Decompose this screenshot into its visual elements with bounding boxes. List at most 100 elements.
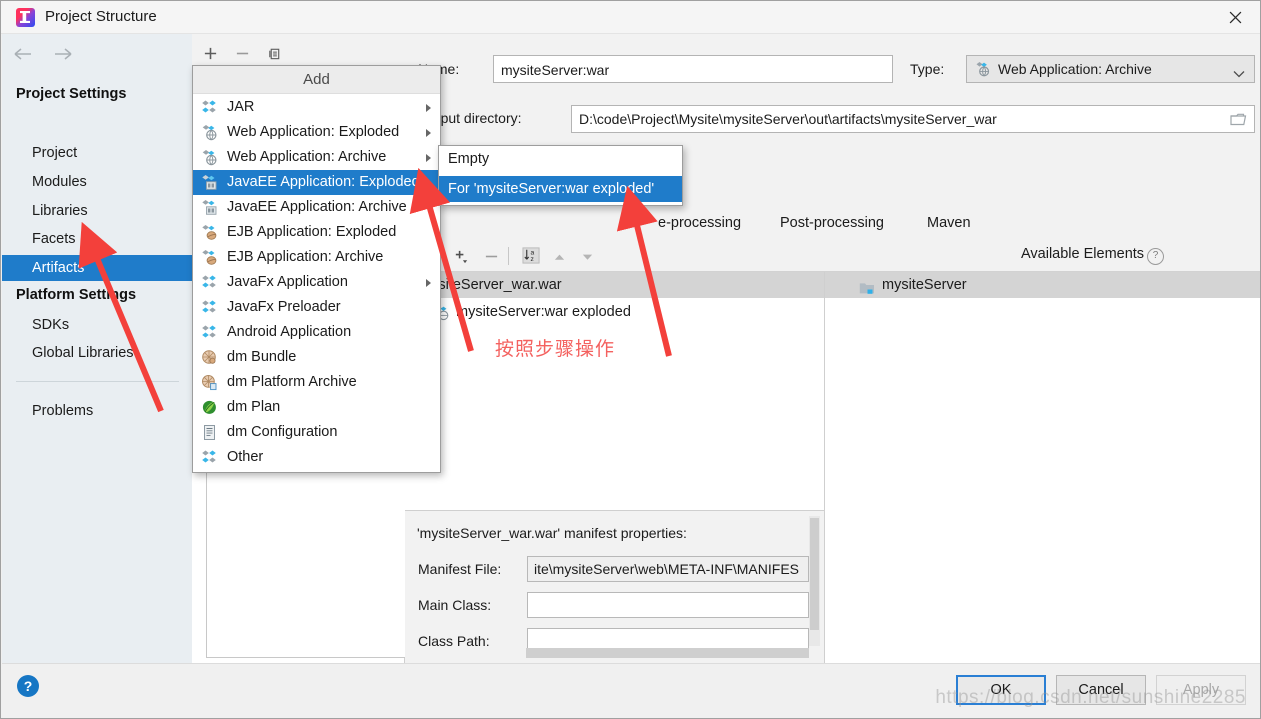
menu-item-dm-configuration-label: dm Configuration <box>227 424 338 440</box>
menu-item-jar[interactable]: JAR <box>193 95 440 120</box>
menu-item-web-application-exploded-label: Web Application: Exploded <box>227 124 400 140</box>
available-elements-header: Available Elements ? <box>825 239 1260 272</box>
menu-item-javaee-application-exploded[interactable]: JavaEE Application: Exploded <box>193 170 440 195</box>
menu-item-javafx-preloader[interactable]: JavaFx Preloader <box>193 295 440 320</box>
copy-artifact-button[interactable] <box>264 43 284 63</box>
arrow-right-icon[interactable] <box>53 46 74 65</box>
javaee-exploded-submenu: Empty For 'mysiteServer:war exploded' <box>438 145 683 206</box>
menu-item-dm-plan[interactable]: dm Plan <box>193 395 440 420</box>
add-menu-header: Add <box>193 66 440 94</box>
artifact-type-value: Web Application: Archive <box>998 61 1152 77</box>
menu-item-javaee-application-archive[interactable]: JavaEE Application: Archive <box>193 195 440 220</box>
available-elements-list[interactable]: mysiteServer <box>825 272 1260 696</box>
sidebar-item-global-libraries[interactable]: Global Libraries <box>2 340 192 366</box>
menu-item-javafx-application-label: JavaFx Application <box>227 274 348 290</box>
class-path-label: Class Path: <box>418 633 490 649</box>
menu-item-other[interactable]: Other <box>193 445 440 470</box>
remove-element-button[interactable] <box>481 246 501 266</box>
add-artifact-button[interactable] <box>200 43 220 63</box>
chevron-down-icon <box>1233 65 1245 81</box>
sidebar-group-platform-settings: Platform Settings <box>16 287 137 303</box>
menu-item-javaee-application-exploded-label: JavaEE Application: Exploded <box>227 174 420 190</box>
javaee-exploded-icon <box>201 174 218 191</box>
dm-platform-icon <box>201 374 218 391</box>
menu-item-ejb-application-exploded[interactable]: EJB Application: Exploded <box>193 220 440 245</box>
artifacts-list[interactable] <box>206 464 410 658</box>
submenu-item-empty[interactable]: Empty <box>439 146 682 172</box>
title-bar: Project Structure <box>1 1 1260 34</box>
menu-item-android-application[interactable]: Android Application <box>193 320 440 345</box>
chevron-right-icon <box>426 154 431 162</box>
javaee-archive-icon <box>201 199 218 216</box>
android-icon <box>201 324 218 341</box>
menu-item-ejb-application-archive[interactable]: EJB Application: Archive <box>193 245 440 270</box>
output-layout-tree[interactable]: mysiteServer_war.war mysiteServer:war ex… <box>405 272 825 510</box>
menu-item-web-application-archive-label: Web Application: Archive <box>227 149 387 165</box>
sidebar-item-problems[interactable]: Problems <box>2 398 192 424</box>
svg-text:z: z <box>530 256 533 263</box>
menu-item-javafx-preloader-label: JavaFx Preloader <box>227 299 341 315</box>
help-icon[interactable]: ? <box>17 675 39 697</box>
tab-post-processing[interactable]: Post-processing <box>780 208 884 238</box>
sidebar-item-sdks[interactable]: SDKs <box>2 312 192 338</box>
artifact-name-input[interactable]: mysiteServer:war <box>493 55 893 83</box>
sidebar-item-facets[interactable]: Facets <box>2 226 192 252</box>
ejb-exploded-icon <box>201 224 218 241</box>
tab-maven[interactable]: Maven <box>927 208 971 238</box>
move-up-icon[interactable] <box>549 247 569 267</box>
chevron-right-icon <box>426 104 431 112</box>
manifest-file-label: Manifest File: <box>418 561 502 577</box>
bottom-edge-artifact <box>1 711 301 718</box>
menu-item-web-application-archive[interactable]: Web Application: Archive <box>193 145 440 170</box>
tree-row-war[interactable]: mysiteServer_war.war <box>405 272 824 298</box>
move-down-icon[interactable] <box>577 247 597 267</box>
sidebar-item-artifacts[interactable]: Artifacts <box>2 255 192 281</box>
available-row-module[interactable]: mysiteServer <box>825 272 1260 298</box>
annotation-note: 按照步骤操作 <box>495 338 616 360</box>
menu-item-other-label: Other <box>227 449 264 465</box>
add-element-button[interactable] <box>451 246 471 266</box>
submenu-item-for-artifact[interactable]: For 'mysiteServer:war exploded' <box>439 176 682 202</box>
nav-history-controls <box>12 46 74 65</box>
web-archive-icon <box>201 149 218 166</box>
menu-item-dm-bundle[interactable]: dm Bundle <box>193 345 440 370</box>
menu-item-android-application-label: Android Application <box>227 324 352 340</box>
menu-item-dm-platform-archive-label: dm Platform Archive <box>227 374 357 390</box>
ok-button[interactable]: OK <box>956 675 1046 705</box>
main-class-label: Main Class: <box>418 597 492 613</box>
artifact-type-label: Type: <box>910 61 945 77</box>
menu-item-dm-configuration[interactable]: dm Configuration <box>193 420 440 445</box>
menu-item-jar-label: JAR <box>227 99 255 115</box>
menu-item-javafx-application[interactable]: JavaFx Application <box>193 270 440 295</box>
manifest-hscrollbar[interactable] <box>526 648 809 658</box>
menu-item-ejb-application-exploded-label: EJB Application: Exploded <box>227 224 397 240</box>
sidebar-item-project[interactable]: Project <box>2 140 192 166</box>
available-row-module-label: mysiteServer <box>882 277 967 293</box>
chevron-right-icon <box>426 279 431 287</box>
arrow-left-icon[interactable] <box>12 46 33 65</box>
cancel-button[interactable]: Cancel <box>1056 675 1146 705</box>
menu-item-dm-platform-archive[interactable]: dm Platform Archive <box>193 370 440 395</box>
folder-icon[interactable] <box>1223 106 1255 132</box>
close-icon[interactable] <box>1210 1 1260 33</box>
artifact-type-combo[interactable]: Web Application: Archive <box>966 55 1255 83</box>
sidebar-item-libraries[interactable]: Libraries <box>2 198 192 224</box>
question-icon[interactable]: ? <box>1147 248 1164 265</box>
output-directory-input[interactable]: D:\code\Project\Mysite\mysiteServer\out\… <box>571 105 1255 133</box>
manifest-file-input[interactable]: ite\mysiteServer\web\META-INF\MANIFES <box>527 556 809 582</box>
menu-item-web-application-exploded[interactable]: Web Application: Exploded <box>193 120 440 145</box>
remove-artifact-button[interactable] <box>232 43 252 63</box>
manifest-vscrollbar-thumb[interactable] <box>810 518 819 630</box>
output-layout-toolbar: a z <box>405 239 825 272</box>
other-icon <box>201 449 218 466</box>
dm-plan-icon <box>201 399 218 416</box>
main-class-input[interactable] <box>527 592 809 618</box>
tree-row-war-exploded-label: mysiteServer:war exploded <box>456 304 631 320</box>
dm-bundle-icon <box>201 349 218 366</box>
artifact-tabs: e-processing Post-processing Maven <box>405 208 1260 238</box>
sidebar-item-modules[interactable]: Modules <box>2 169 192 195</box>
tab-pre-processing[interactable]: e-processing <box>658 208 741 238</box>
available-elements-title: Available Elements <box>1021 246 1145 262</box>
sort-az-icon[interactable]: a z <box>521 245 541 265</box>
tree-row-war-exploded[interactable]: mysiteServer:war exploded <box>405 299 824 325</box>
